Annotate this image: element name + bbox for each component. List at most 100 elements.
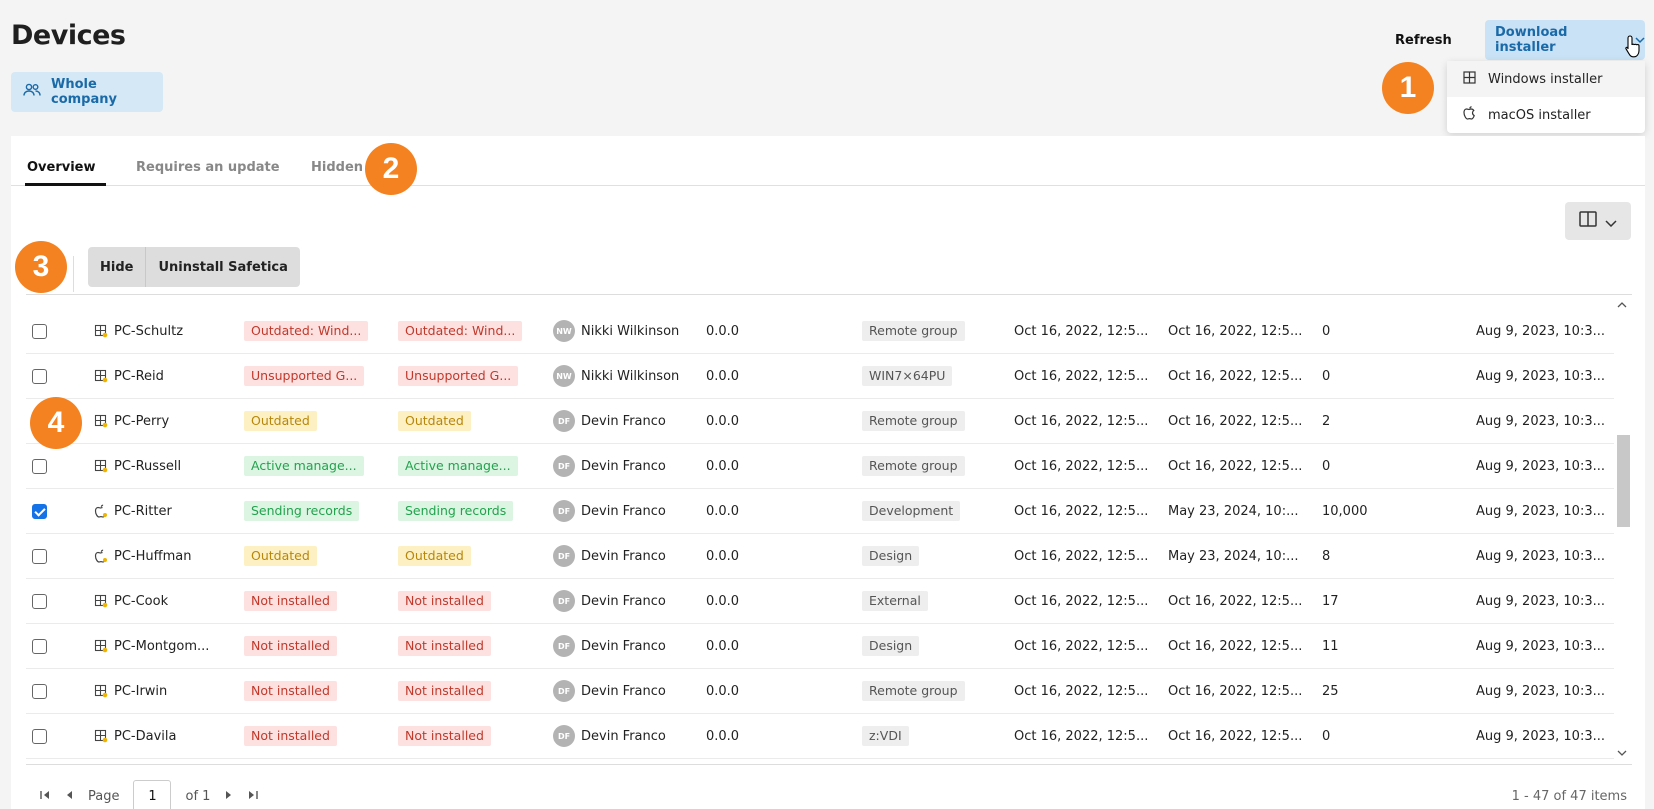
count-cell: 11 bbox=[1322, 638, 1339, 654]
user-cell: NW Nikki Wilkinson bbox=[553, 354, 679, 398]
page-number-input[interactable]: 1 bbox=[133, 780, 172, 809]
previous-page-icon[interactable] bbox=[64, 789, 74, 804]
table-row[interactable]: PC-Huffman Outdated Outdated DF Devin Franco… bbox=[26, 534, 1614, 579]
table-row[interactable]: PC-Russell Active manage... Active manage.… bbox=[26, 444, 1614, 489]
users-icon bbox=[23, 83, 41, 101]
version-cell: 0.0.0 bbox=[706, 548, 740, 564]
tab-requires-update[interactable]: Requires an update bbox=[136, 160, 280, 175]
table-row[interactable]: PC-Ritter Sending records Sending records D… bbox=[26, 489, 1614, 534]
row-checkbox[interactable] bbox=[32, 579, 47, 623]
uninstall-safetica-button[interactable]: Uninstall Safetica bbox=[146, 247, 299, 287]
date-cell: Aug 9, 2023, 10:3... bbox=[1476, 638, 1605, 654]
group-cell: WIN7×64PU bbox=[862, 354, 953, 398]
scrollbar-thumb[interactable] bbox=[1617, 435, 1630, 527]
row-checkbox[interactable] bbox=[32, 669, 47, 713]
marker-badge: 3 bbox=[15, 241, 67, 293]
device-name[interactable]: PC-Davila bbox=[114, 714, 176, 758]
scope-selector-button[interactable]: Whole company bbox=[11, 72, 163, 112]
download-installer-button[interactable]: Download installer bbox=[1485, 20, 1645, 60]
menu-item-macos-installer[interactable]: macOS installer bbox=[1447, 97, 1645, 133]
count-cell: 0 bbox=[1322, 323, 1331, 339]
table-row[interactable]: PC-Davila Not installed Not installed DF Dev… bbox=[26, 714, 1614, 759]
tab-hidden[interactable]: Hidden bbox=[311, 160, 363, 175]
version-cell: 0.0.0 bbox=[706, 323, 740, 339]
version-cell: 0.0.0 bbox=[706, 503, 740, 519]
apple-icon bbox=[94, 534, 110, 578]
hide-button[interactable]: Hide bbox=[88, 247, 145, 287]
avatar: DF bbox=[553, 725, 575, 747]
date-cell: Aug 9, 2023, 10:3... bbox=[1476, 548, 1605, 564]
device-name[interactable]: PC-Reid bbox=[114, 354, 164, 398]
status-cell: Outdated: Wind... bbox=[244, 309, 369, 353]
table-row[interactable]: PC-Perry Outdated Outdated DF Devin Franco 0.… bbox=[26, 399, 1614, 444]
status-cell: Not installed bbox=[244, 714, 337, 758]
group-badge: Remote group bbox=[862, 321, 965, 341]
status-badge: Outdated bbox=[244, 546, 317, 566]
refresh-button[interactable]: Refresh bbox=[1395, 28, 1452, 52]
group-cell: Design bbox=[862, 624, 920, 668]
status-badge: Not installed bbox=[244, 681, 337, 701]
table-row[interactable]: PC-Cook Not installed Not installed DF Devin… bbox=[26, 579, 1614, 624]
status-cell: Unsupported G... bbox=[398, 354, 519, 398]
user-name: Devin Franco bbox=[581, 503, 666, 519]
windows-icon bbox=[94, 714, 110, 758]
pagination: Page 1 of 1 bbox=[40, 780, 259, 809]
date-cell: Oct 16, 2022, 12:5... bbox=[1014, 368, 1149, 384]
status-cell: Outdated bbox=[244, 534, 317, 578]
device-name[interactable]: PC-Schultz bbox=[114, 309, 183, 353]
vertical-scrollbar[interactable] bbox=[1614, 295, 1630, 763]
device-name[interactable]: PC-Irwin bbox=[114, 669, 167, 713]
group-badge: Remote group bbox=[862, 456, 965, 476]
user-name: Devin Franco bbox=[581, 458, 666, 474]
status-badge: Sending records bbox=[398, 501, 514, 521]
row-checkbox[interactable] bbox=[32, 534, 47, 578]
status-badge: Sending records bbox=[244, 501, 360, 521]
row-checkbox[interactable] bbox=[32, 714, 47, 758]
table-row[interactable]: PC-Schultz Outdated: Wind... Outdated: Win… bbox=[26, 309, 1614, 354]
user-name: Devin Franco bbox=[581, 683, 666, 699]
version-cell: 0.0.0 bbox=[706, 683, 740, 699]
row-checkbox[interactable] bbox=[32, 444, 47, 488]
table-row[interactable]: PC-Montgom... Not installed Not installed D… bbox=[26, 624, 1614, 669]
chevron-down-icon bbox=[1605, 212, 1617, 231]
group-badge: Design bbox=[862, 546, 920, 566]
version-cell: 0.0.0 bbox=[706, 728, 740, 744]
avatar: NW bbox=[553, 365, 575, 387]
device-name[interactable]: PC-Montgom... bbox=[114, 624, 209, 668]
row-checkbox[interactable] bbox=[32, 309, 47, 353]
date-cell: Aug 9, 2023, 10:3... bbox=[1476, 413, 1605, 429]
windows-icon bbox=[94, 624, 110, 668]
next-page-icon[interactable] bbox=[224, 789, 234, 804]
first-page-icon[interactable] bbox=[40, 789, 50, 804]
date-cell: Aug 9, 2023, 10:3... bbox=[1476, 593, 1605, 609]
status-cell: Outdated: Wind... bbox=[398, 309, 523, 353]
group-badge: WIN7×64PU bbox=[862, 366, 953, 386]
device-name[interactable]: PC-Cook bbox=[114, 579, 168, 623]
group-cell: External bbox=[862, 579, 928, 623]
group-cell: z:VDI bbox=[862, 714, 909, 758]
tab-bar: Overview Requires an update Hidden bbox=[11, 148, 1645, 186]
status-badge: Not installed bbox=[398, 636, 491, 656]
last-page-icon[interactable] bbox=[248, 789, 259, 804]
status-badge: Outdated: Wind... bbox=[244, 321, 369, 341]
device-name[interactable]: PC-Huffman bbox=[114, 534, 191, 578]
device-name[interactable]: PC-Perry bbox=[114, 399, 169, 443]
table-row[interactable]: PC-Irwin Not installed Not installed DF Devi… bbox=[26, 669, 1614, 714]
row-checkbox[interactable] bbox=[32, 354, 47, 398]
device-name[interactable]: PC-Russell bbox=[114, 444, 181, 488]
status-badge: Not installed bbox=[244, 591, 337, 611]
device-name[interactable]: PC-Ritter bbox=[114, 489, 172, 533]
count-cell: 10,000 bbox=[1322, 503, 1368, 519]
column-settings-button[interactable] bbox=[1565, 202, 1631, 240]
marker-badge: 1 bbox=[1382, 62, 1434, 114]
tab-overview[interactable]: Overview bbox=[27, 160, 96, 175]
status-badge: Not installed bbox=[244, 636, 337, 656]
status-cell: Not installed bbox=[398, 579, 491, 623]
status-badge: Not installed bbox=[398, 591, 491, 611]
user-name: Nikki Wilkinson bbox=[581, 323, 680, 339]
row-checkbox[interactable] bbox=[32, 489, 47, 533]
table-row[interactable]: PC-Reid Unsupported G... Unsupported G... N… bbox=[26, 354, 1614, 399]
row-checkbox[interactable] bbox=[32, 624, 47, 668]
status-cell: Not installed bbox=[244, 579, 337, 623]
menu-item-windows-installer[interactable]: Windows installer bbox=[1447, 61, 1645, 97]
